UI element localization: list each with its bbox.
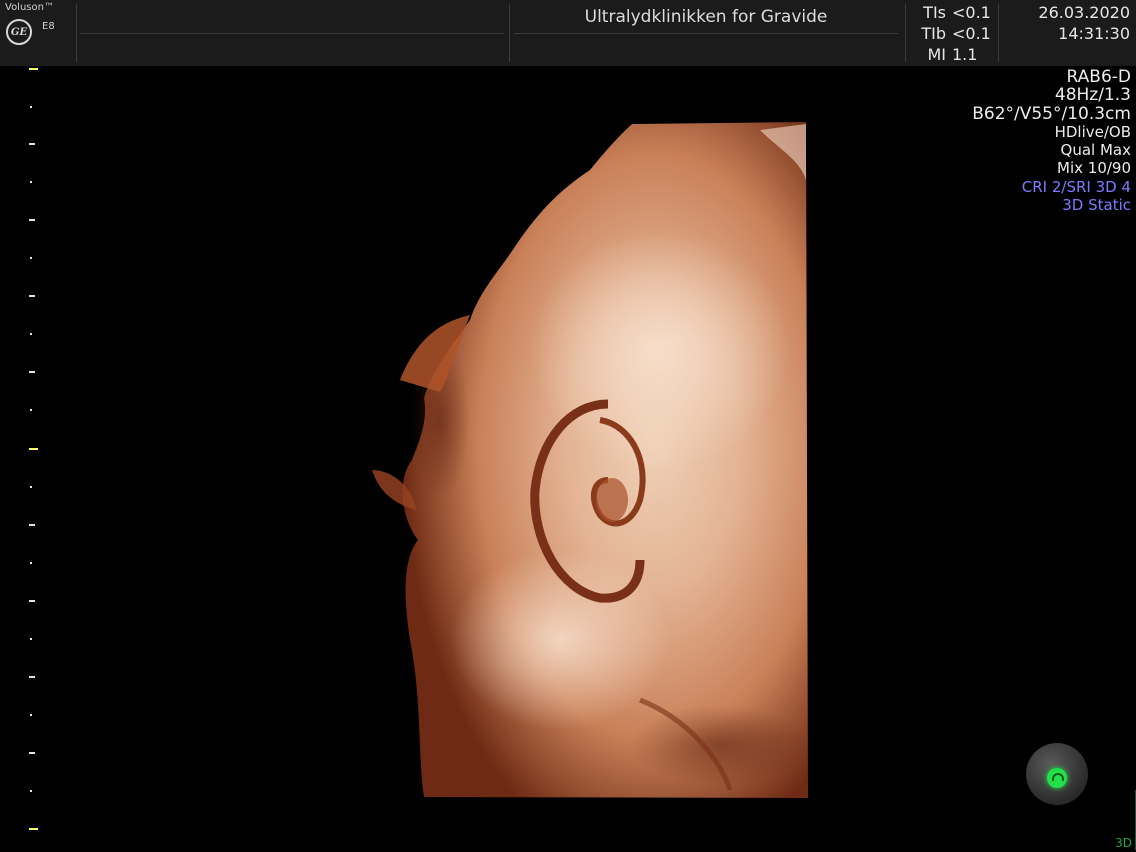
status-button[interactable] [1026,743,1088,805]
frame-rate: 48Hz/1.3 [1054,85,1131,106]
depth-tick [30,638,32,640]
depth-tick [29,752,35,754]
ear-concha [596,478,628,522]
depth-tick [30,409,32,411]
cri-sri: CRI 2/SRI 3D 4 [1021,177,1131,196]
depth-tick [29,828,38,830]
depth-tick [30,106,32,108]
depth-tick [29,143,35,145]
mode-3d-label: 3D [1115,836,1132,850]
depth-tick [29,600,35,602]
surface-highlight [530,230,790,470]
depth-tick [29,219,35,221]
scan-mode: 3D Static [1062,196,1131,215]
depth-scale [0,66,60,852]
ultrasound-3d-render [372,122,810,798]
depth-tick [29,371,35,373]
depth-tick [29,295,35,297]
depth-tick [29,676,35,678]
geometry: B62°/V55°/10.3cm [972,103,1131,124]
depth-tick [30,486,32,488]
render-mode: HDlive/OB [1054,122,1131,141]
imaging-parameters: RAB6-D 48Hz/1.3 B62°/V55°/10.3cm HDlive/… [972,68,1131,214]
depth-tick [30,257,32,259]
depth-tick [29,448,38,450]
depth-tick [29,68,38,70]
depth-tick [29,524,35,526]
mix: Mix 10/90 [1057,159,1131,178]
quality: Qual Max [1060,141,1131,160]
status-indicator-icon [1047,768,1067,788]
depth-tick [30,333,32,335]
depth-tick [30,714,32,716]
depth-tick [30,181,32,183]
depth-tick [30,790,32,792]
probe-label: RAB6-D [1066,67,1131,87]
depth-tick [30,562,32,564]
